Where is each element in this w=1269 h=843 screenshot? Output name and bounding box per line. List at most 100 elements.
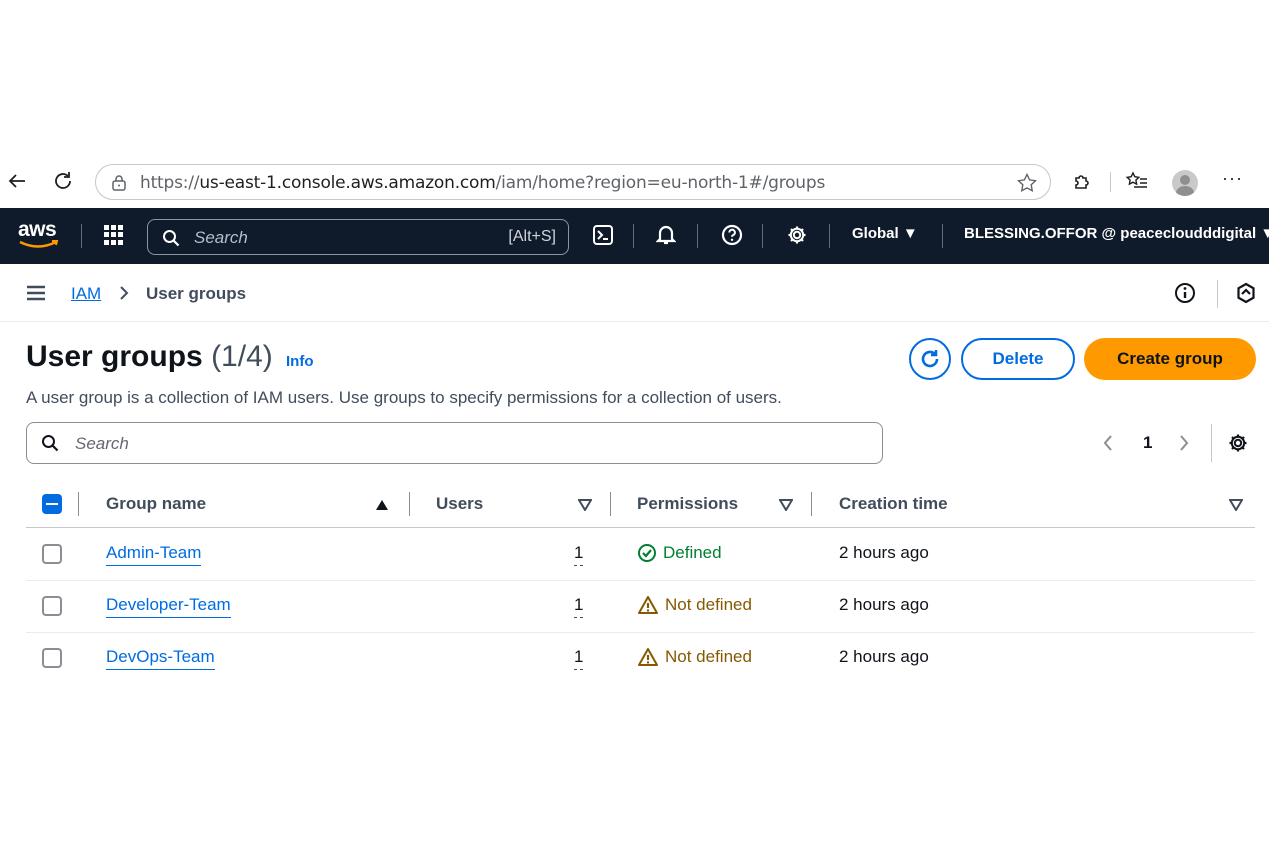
notifications-bell-icon[interactable] xyxy=(654,223,678,247)
column-divider xyxy=(409,492,410,516)
address-text: https://us-east-1.console.aws.amazon.com… xyxy=(140,173,825,193)
breadcrumb-current: User groups xyxy=(146,284,247,303)
aws-smile-icon xyxy=(19,240,59,248)
column-header-users[interactable]: Users xyxy=(436,494,483,514)
group-search-input[interactable]: Search xyxy=(26,422,883,464)
nav-divider xyxy=(697,224,698,248)
nav-divider xyxy=(829,224,830,248)
creation-time: 2 hours ago xyxy=(839,647,929,666)
toolbar-divider xyxy=(1110,172,1111,192)
region-selector[interactable]: Global ▼ xyxy=(852,225,918,242)
warning-triangle-icon xyxy=(638,648,658,666)
refresh-button[interactable] xyxy=(909,338,951,380)
page-title-text: User groups xyxy=(26,340,203,373)
account-menu[interactable]: BLESSING.OFFOR @ peacecloudddigital ▼ xyxy=(964,225,1269,242)
screenshot-frame: https://us-east-1.console.aws.amazon.com… xyxy=(0,152,1269,684)
info-circle-icon[interactable] xyxy=(1174,282,1196,309)
assistant-hexagon-icon[interactable] xyxy=(1236,282,1256,309)
group-name-link[interactable]: Admin-Team xyxy=(106,543,202,566)
chevron-right-icon xyxy=(118,284,130,307)
search-icon xyxy=(41,434,59,457)
table-row[interactable]: Admin-Team 1 Defined 2 hours ago xyxy=(26,529,1255,581)
table-row[interactable]: DevOps-Team 1 Not defined 2 hours ago xyxy=(26,633,1255,684)
sort-ascending-icon[interactable] xyxy=(375,498,389,516)
nav-divider xyxy=(633,224,634,248)
create-group-button[interactable]: Create group xyxy=(1084,338,1256,380)
select-all-checkbox[interactable] xyxy=(42,494,62,514)
profile-avatar[interactable] xyxy=(1172,170,1198,196)
page-title: User groups (1/4) xyxy=(26,340,273,374)
permissions-status: Defined xyxy=(637,543,722,563)
hamburger-menu-icon[interactable] xyxy=(26,284,46,307)
user-count[interactable]: 1 xyxy=(574,595,584,618)
aws-logo[interactable]: aws xyxy=(18,218,62,252)
search-icon xyxy=(162,229,180,252)
row-checkbox[interactable] xyxy=(42,596,62,616)
permissions-status: Not defined xyxy=(637,595,752,615)
search-placeholder: Search xyxy=(75,434,129,453)
permissions-text: Not defined xyxy=(665,647,752,666)
site-info-icon[interactable] xyxy=(110,174,128,197)
check-circle-icon xyxy=(638,544,656,562)
group-name-link[interactable]: Developer-Team xyxy=(106,595,231,618)
reload-icon[interactable] xyxy=(50,168,76,194)
url-host: us-east-1.console.aws.amazon.com xyxy=(199,173,496,193)
cloudshell-icon[interactable] xyxy=(591,223,615,247)
aws-logo-text: aws xyxy=(18,218,57,241)
delete-button[interactable]: Delete xyxy=(961,338,1075,380)
info-link[interactable]: Info xyxy=(286,353,314,370)
nav-divider xyxy=(762,224,763,248)
breadcrumb-divider xyxy=(1217,280,1218,308)
services-grid-icon[interactable] xyxy=(104,225,124,245)
table-header: Group name Users Permissions Creation ti… xyxy=(26,480,1255,528)
selection-count: (1/4) xyxy=(211,340,273,373)
aws-top-nav: aws Search [Alt+S] Global ▼ BLESSING.OFF… xyxy=(0,208,1269,264)
user-count[interactable]: 1 xyxy=(574,543,584,566)
extensions-puzzle-icon[interactable] xyxy=(1070,168,1096,194)
column-header-creation-time[interactable]: Creation time xyxy=(839,494,948,514)
search-placeholder: Search xyxy=(194,228,248,247)
page-description: A user group is a collection of IAM user… xyxy=(26,388,782,407)
group-name-link[interactable]: DevOps-Team xyxy=(106,647,215,670)
creation-time: 2 hours ago xyxy=(839,543,929,562)
pager-divider xyxy=(1211,424,1212,462)
url-path: /iam/home?region=eu-north-1#/groups xyxy=(495,173,826,193)
back-arrow-icon[interactable] xyxy=(4,168,30,194)
sort-descending-icon[interactable] xyxy=(778,498,794,516)
breadcrumb-iam-link[interactable]: IAM xyxy=(71,284,101,304)
column-divider xyxy=(811,492,812,516)
refresh-icon xyxy=(921,350,939,368)
warning-triangle-icon xyxy=(638,596,658,614)
search-shortcut: [Alt+S] xyxy=(508,228,556,245)
settings-gear-icon[interactable] xyxy=(785,223,809,247)
unified-search-input[interactable]: Search [Alt+S] xyxy=(147,219,569,255)
nav-divider xyxy=(942,224,943,248)
preferences-gear-icon[interactable] xyxy=(1227,432,1249,459)
column-divider xyxy=(78,492,79,516)
column-header-group-name[interactable]: Group name xyxy=(106,494,206,514)
permissions-status: Not defined xyxy=(637,647,752,667)
permissions-text: Not defined xyxy=(665,595,752,614)
next-page-chevron-icon[interactable] xyxy=(1178,433,1190,458)
table-row[interactable]: Developer-Team 1 Not defined 2 hours ago xyxy=(26,581,1255,633)
breadcrumb-bar: IAM User groups xyxy=(0,264,1269,322)
column-divider xyxy=(610,492,611,516)
url-prefix: https:// xyxy=(140,173,200,193)
creation-time: 2 hours ago xyxy=(839,595,929,614)
help-icon[interactable] xyxy=(720,223,744,247)
address-bar[interactable]: https://us-east-1.console.aws.amazon.com… xyxy=(95,164,1051,200)
sort-descending-icon[interactable] xyxy=(577,498,593,516)
permissions-text: Defined xyxy=(663,543,722,562)
row-checkbox[interactable] xyxy=(42,648,62,668)
column-header-permissions[interactable]: Permissions xyxy=(637,494,738,514)
favorite-star-icon[interactable] xyxy=(1016,172,1038,199)
nav-divider xyxy=(81,224,82,248)
favorites-list-icon[interactable] xyxy=(1124,168,1150,194)
current-page-number[interactable]: 1 xyxy=(1143,433,1152,453)
more-menu-icon[interactable]: ··· xyxy=(1222,168,1243,189)
previous-page-chevron-icon[interactable] xyxy=(1102,433,1114,458)
user-count[interactable]: 1 xyxy=(574,647,584,670)
sort-descending-icon[interactable] xyxy=(1228,498,1244,516)
row-checkbox[interactable] xyxy=(42,544,62,564)
browser-toolbar: https://us-east-1.console.aws.amazon.com… xyxy=(0,152,1269,208)
